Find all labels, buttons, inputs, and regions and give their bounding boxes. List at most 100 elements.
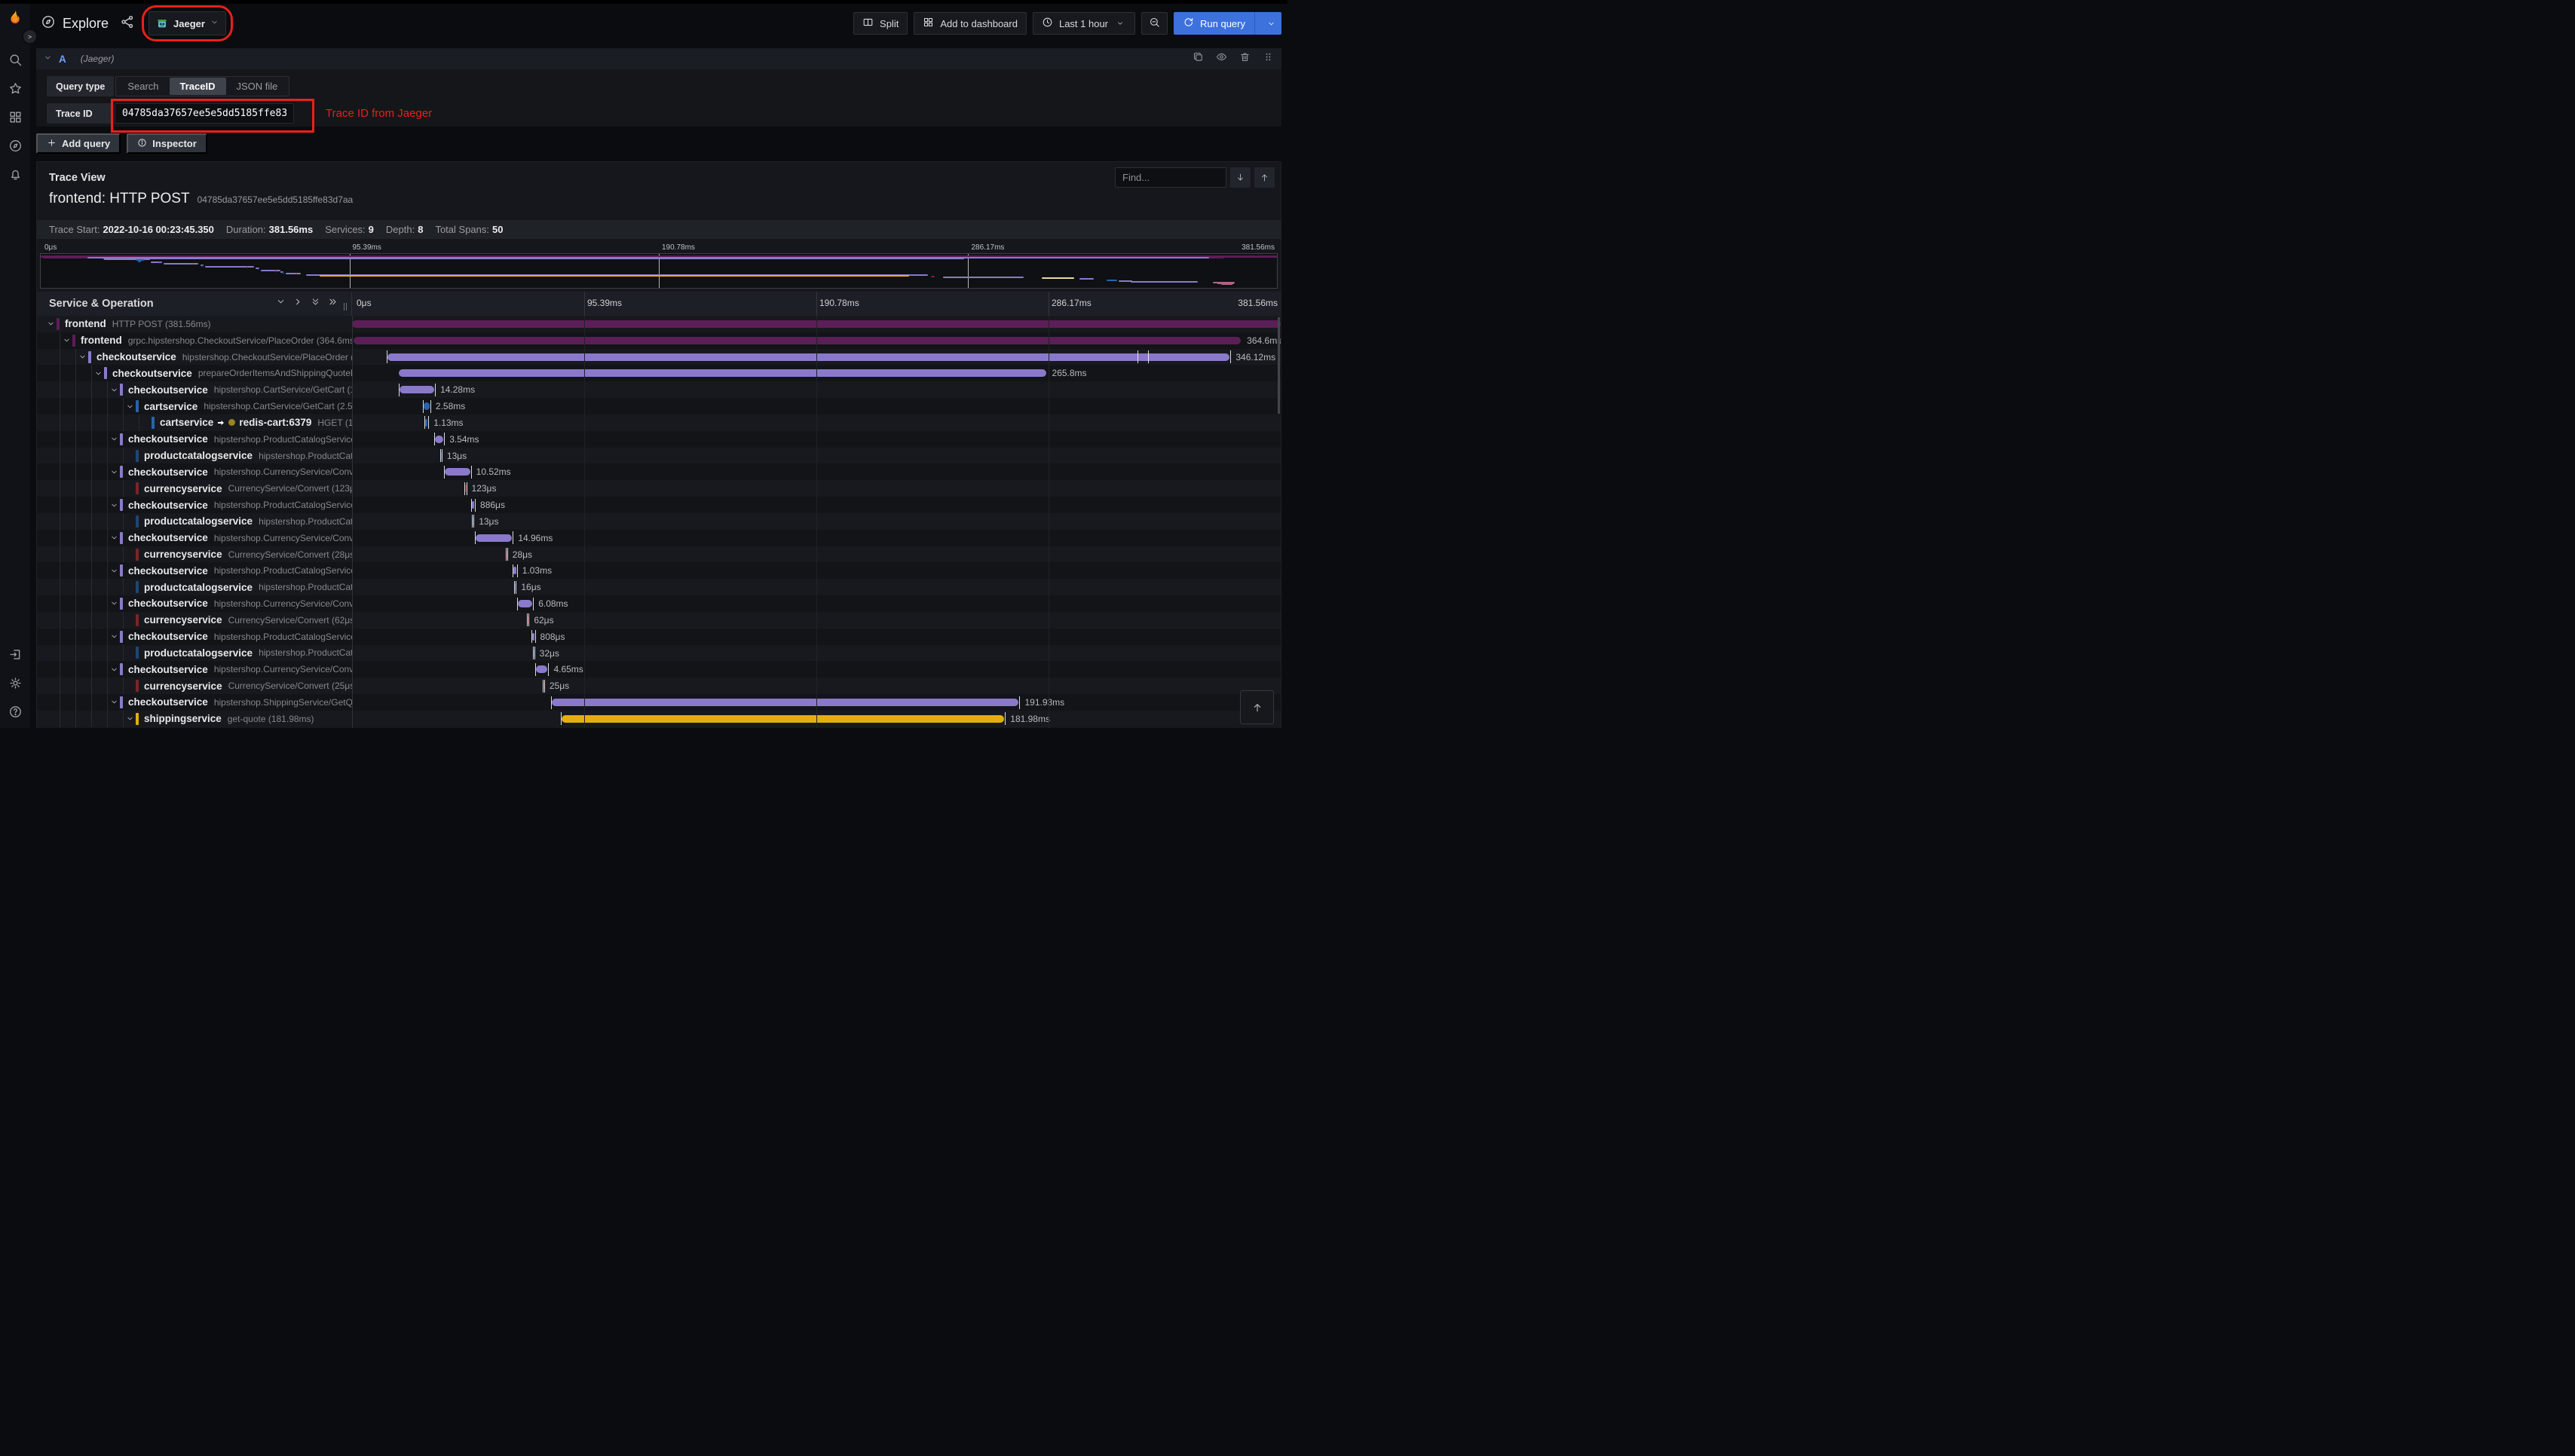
span-duration-bar[interactable]: [531, 632, 534, 641]
span-row[interactable]: checkoutservice hipstershop.CurrencyServi…: [37, 595, 1281, 612]
tab-search[interactable]: Search: [117, 78, 169, 95]
span-name-cell[interactable]: cartservice hipstershop.CartService/GetCa…: [37, 398, 352, 414]
drag-handle-icon[interactable]: [1263, 51, 1274, 66]
span-row[interactable]: productcatalogservice hipstershop.Product…: [37, 644, 1281, 662]
find-next-button[interactable]: [1230, 167, 1251, 188]
span-duration-bar[interactable]: [476, 534, 513, 542]
scrollbar-thumb[interactable]: [1278, 317, 1280, 414]
span-row[interactable]: checkoutservice hipstershop.CheckoutServi…: [37, 348, 1281, 366]
chevron-down-icon[interactable]: [124, 402, 136, 411]
span-bar-cell[interactable]: 16μs: [352, 579, 1281, 595]
span-bar-cell[interactable]: 3.54ms: [352, 431, 1281, 448]
span-name-cell[interactable]: checkoutservice hipstershop.CurrencyServi…: [37, 463, 352, 481]
span-name-cell[interactable]: checkoutservice hipstershop.CartService/G…: [37, 381, 352, 399]
span-bar-cell[interactable]: 13μs: [352, 448, 1281, 464]
span-duration-bar[interactable]: [423, 402, 430, 411]
span-bar-cell[interactable]: 32μs: [352, 645, 1281, 662]
span-name-cell[interactable]: productcatalogservice hipstershop.Product…: [37, 512, 352, 530]
span-name-cell[interactable]: cartservice redis-cart:6379 HGET (1.13ms): [37, 414, 352, 431]
run-query-button[interactable]: Run query: [1174, 12, 1281, 35]
span-name-cell[interactable]: productcatalogservice hipstershop.Product…: [37, 579, 352, 596]
grafana-logo[interactable]: [5, 8, 25, 28]
span-bar-cell[interactable]: 62μs: [352, 612, 1281, 629]
span-bar-cell[interactable]: 364.6ms: [352, 332, 1281, 349]
sidebar-item-explore explore-icon[interactable]: [0, 132, 30, 159]
span-name-cell[interactable]: checkoutservice hipstershop.ProductCatalo…: [37, 430, 352, 448]
span-bar-cell[interactable]: 181.98ms: [352, 711, 1281, 727]
inspector-button[interactable]: Inspector: [127, 133, 207, 154]
span-row[interactable]: cartservice redis-cart:6379 HGET (1.13ms) 1…: [37, 414, 1281, 431]
span-name-cell[interactable]: productcatalogservice hipstershop.Product…: [37, 644, 352, 662]
span-bar-cell[interactable]: 1.03ms: [352, 562, 1281, 579]
span-name-cell[interactable]: checkoutservice hipstershop.CheckoutServi…: [37, 348, 352, 366]
span-row[interactable]: checkoutservice hipstershop.CurrencyServi…: [37, 661, 1281, 678]
span-row[interactable]: productcatalogservice hipstershop.Product…: [37, 447, 1281, 464]
span-bar-cell[interactable]: 10.52ms: [352, 463, 1281, 480]
span-bar-cell[interactable]: [352, 316, 1281, 332]
span-row[interactable]: frontend HTTP POST (381.56ms): [37, 316, 1281, 332]
span-bar-cell[interactable]: 14.96ms: [352, 530, 1281, 546]
span-duration-bar[interactable]: [517, 600, 533, 608]
span-bar-cell[interactable]: 346.12ms: [352, 349, 1281, 366]
span-row[interactable]: checkoutservice hipstershop.ProductCatalo…: [37, 497, 1281, 513]
chevron-down-icon[interactable]: [108, 468, 120, 476]
span-name-cell[interactable]: checkoutservice prepareOrderItemsAndShipp…: [37, 365, 352, 382]
sidebar-item-settings settings-icon[interactable]: [0, 669, 30, 696]
time-range-picker[interactable]: Last 1 hour: [1032, 12, 1136, 35]
span-duration-bar[interactable]: [561, 714, 1005, 723]
span-duration-bar[interactable]: [536, 665, 548, 674]
span-row[interactable]: currencyservice CurrencyService/Convert (…: [37, 678, 1281, 695]
span-duration-bar[interactable]: [424, 418, 428, 427]
span-name-cell[interactable]: currencyservice CurrencyService/Convert (…: [37, 480, 352, 497]
tab-traceid[interactable]: TraceID: [169, 78, 226, 95]
duplicate-query-icon[interactable]: [1193, 51, 1204, 66]
span-row[interactable]: frontend grpc.hipstershop.CheckoutService…: [37, 332, 1281, 349]
chevron-down-icon[interactable]: [108, 534, 120, 542]
span-bar-cell[interactable]: 265.8ms: [352, 365, 1281, 381]
span-name-cell[interactable]: frontend grpc.hipstershop.CheckoutService…: [37, 332, 352, 349]
span-bar-cell[interactable]: 6.08ms: [352, 595, 1281, 612]
span-name-cell[interactable]: frontend HTTP POST (381.56ms): [37, 316, 352, 332]
span-row[interactable]: cartservice hipstershop.CartService/GetCa…: [37, 398, 1281, 414]
span-row[interactable]: checkoutservice hipstershop.ProductCatalo…: [37, 628, 1281, 645]
find-input[interactable]: [1115, 167, 1226, 188]
chevron-down-icon[interactable]: [124, 714, 136, 723]
share-icon[interactable]: [120, 14, 135, 33]
span-bar-cell[interactable]: 25μs: [352, 678, 1281, 694]
chevron-down-icon[interactable]: [108, 632, 120, 641]
span-row[interactable]: checkoutservice hipstershop.ProductCatalo…: [37, 430, 1281, 448]
run-query-caret[interactable]: [1261, 12, 1281, 35]
span-bar-cell[interactable]: 808μs: [352, 629, 1281, 645]
span-row[interactable]: currencyservice CurrencyService/Convert (…: [37, 546, 1281, 563]
span-name-cell[interactable]: currencyservice CurrencyService/Convert (…: [37, 546, 352, 563]
span-duration-bar[interactable]: [353, 336, 1242, 344]
chevron-down-icon[interactable]: [60, 336, 72, 344]
delete-query-trash-icon[interactable]: [1239, 51, 1251, 66]
sidebar-item-star star-icon[interactable]: [0, 75, 30, 102]
span-duration-bar[interactable]: [434, 435, 444, 443]
span-name-cell[interactable]: currencyservice CurrencyService/Convert (…: [37, 611, 352, 629]
span-row[interactable]: checkoutservice hipstershop.ProductCatalo…: [37, 562, 1281, 580]
span-bar-cell[interactable]: 4.65ms: [352, 661, 1281, 678]
column-resizer[interactable]: [344, 303, 347, 310]
expand-all-icon[interactable]: [328, 297, 338, 310]
span-duration-bar[interactable]: [352, 320, 1281, 328]
query-row-header[interactable]: A (Jaeger): [36, 48, 1281, 69]
tab-json-file[interactable]: JSON file: [226, 78, 289, 95]
span-row[interactable]: checkoutservice prepareOrderItemsAndShipp…: [37, 365, 1281, 382]
expand-one-icon[interactable]: [293, 297, 303, 310]
chevron-down-icon[interactable]: [108, 386, 120, 394]
chevron-down-icon[interactable]: [44, 320, 57, 328]
span-row[interactable]: checkoutservice hipstershop.CurrencyServi…: [37, 463, 1281, 481]
span-bar-cell[interactable]: 14.28ms: [352, 381, 1281, 398]
span-name-cell[interactable]: checkoutservice hipstershop.ProductCatalo…: [37, 628, 352, 645]
span-name-cell[interactable]: checkoutservice hipstershop.CurrencyServi…: [37, 529, 352, 546]
span-row[interactable]: currencyservice CurrencyService/Convert (…: [37, 611, 1281, 629]
span-row[interactable]: checkoutservice hipstershop.CartService/G…: [37, 381, 1281, 399]
span-bar-cell[interactable]: 123μs: [352, 480, 1281, 497]
span-name-cell[interactable]: checkoutservice hipstershop.ShippingServi…: [37, 694, 352, 711]
span-name-cell[interactable]: checkoutservice hipstershop.CurrencyServi…: [37, 661, 352, 678]
chevron-down-icon[interactable]: [108, 501, 120, 509]
span-duration-bar[interactable]: [399, 386, 435, 394]
span-row[interactable]: currencyservice CurrencyService/Convert (…: [37, 480, 1281, 497]
